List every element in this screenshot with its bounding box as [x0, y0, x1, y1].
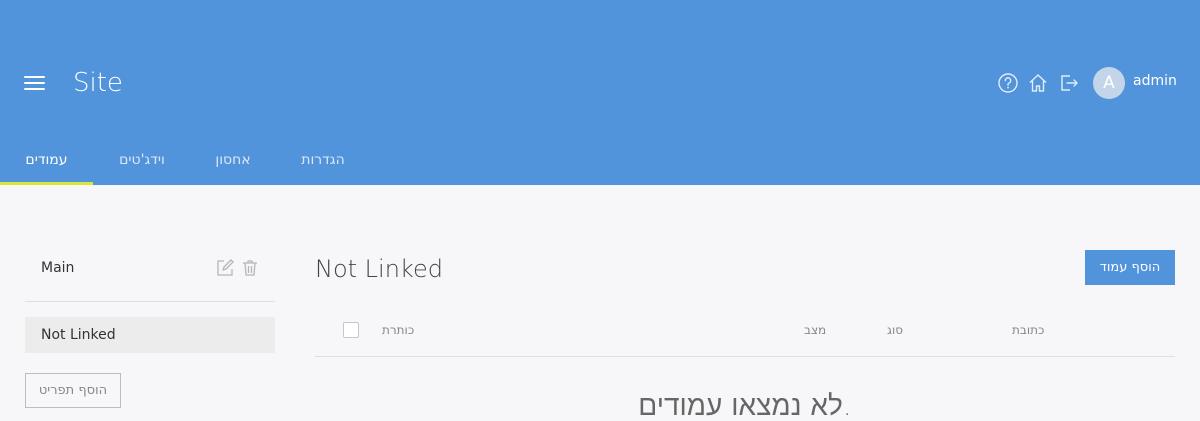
sidebar-item-label: Not Linked	[41, 327, 116, 343]
tab-pages-label: עמודים	[25, 152, 68, 168]
active-tab-indicator	[0, 182, 93, 185]
logout-icon[interactable]	[1058, 72, 1080, 94]
sidebar-item-not-linked[interactable]: Not Linked	[25, 317, 275, 353]
home-icon[interactable]	[1027, 72, 1049, 94]
sidebar-item-label: Main	[41, 260, 75, 276]
tab-pages[interactable]: עמודים	[0, 149, 93, 185]
avatar[interactable]: A	[1093, 67, 1125, 99]
top-header: Site A admin עמודים וידג'טים אחסון הגדרו…	[0, 0, 1200, 185]
username[interactable]: admin	[1133, 72, 1177, 90]
tab-widgets-label: וידג'טים	[119, 152, 165, 168]
edit-icon[interactable]	[215, 258, 235, 278]
page-title: Not Linked	[315, 255, 443, 283]
tab-storage-label: אחסון	[215, 152, 251, 168]
tab-storage[interactable]: אחסון	[207, 149, 259, 185]
sidebar-item-main[interactable]: Main	[25, 250, 275, 286]
site-title: Site	[73, 68, 123, 98]
add-page-button[interactable]: הוסף עמוד	[1085, 250, 1175, 285]
column-header-title[interactable]: כותרת	[382, 322, 414, 338]
column-header-type[interactable]: סוג	[887, 322, 903, 338]
tab-widgets[interactable]: וידג'טים	[108, 149, 176, 185]
help-icon[interactable]	[997, 72, 1019, 94]
tab-settings[interactable]: הגדרות	[292, 149, 354, 185]
column-header-address[interactable]: כתובת	[1012, 322, 1044, 338]
column-header-status[interactable]: מצב	[804, 322, 826, 338]
table-header-divider	[315, 356, 1175, 357]
select-all-checkbox[interactable]	[343, 322, 359, 338]
tab-settings-label: הגדרות	[301, 152, 345, 168]
sidebar-divider	[25, 301, 275, 302]
empty-state-message: לא נמצאו עמודים.	[638, 389, 852, 421]
hamburger-menu-icon[interactable]	[24, 74, 46, 92]
trash-icon[interactable]	[240, 258, 260, 278]
